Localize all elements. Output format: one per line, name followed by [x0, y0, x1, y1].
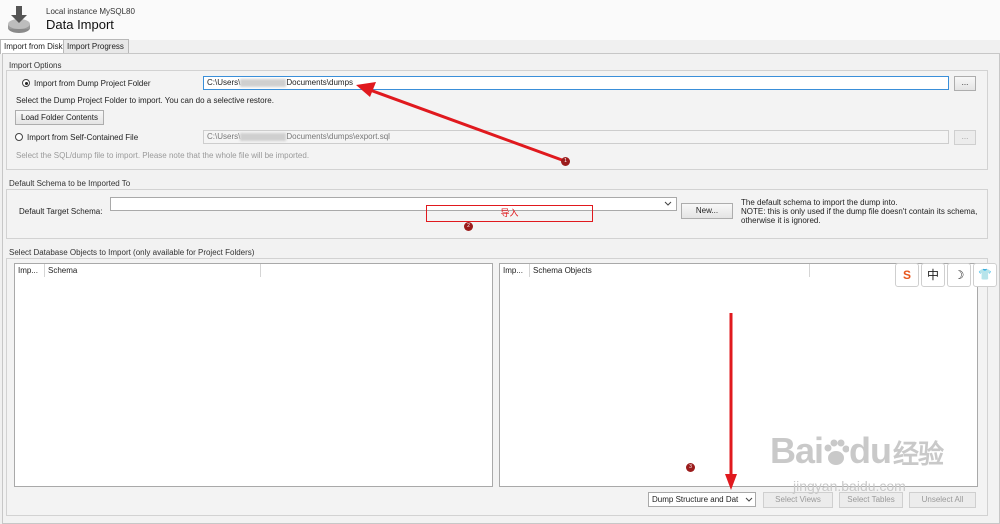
self-contained-option-label: Import from Self-Contained File	[27, 133, 139, 142]
shirt-icon[interactable]: 👕	[973, 263, 997, 287]
watermark-bai: Bai	[770, 430, 824, 471]
file-path-end: Documents\dumps\export.sql	[286, 132, 390, 141]
dump-folder-path-input[interactable]: C:\Users\ Documents\dumps	[203, 76, 949, 90]
page-title: Data Import	[46, 17, 114, 32]
tab-import-progress[interactable]: Import Progress	[63, 39, 129, 53]
target-schema-label: Default Target Schema:	[19, 207, 103, 216]
folder-hint: Select the Dump Project Folder to import…	[16, 96, 274, 105]
moon-icon[interactable]: ☽	[947, 263, 971, 287]
import-icon	[8, 6, 30, 33]
dump-option-value: Dump Structure and Dat	[652, 495, 739, 504]
chevron-down-icon	[745, 497, 753, 502]
objects-label: Select Database Objects to Import (only …	[9, 248, 255, 257]
watermark-du: du	[849, 430, 892, 471]
redacted-username-2	[240, 132, 287, 141]
radio-dump-folder[interactable]	[22, 79, 30, 87]
paw-icon	[824, 439, 850, 466]
self-contained-file-path-input[interactable]: C:\Users\ Documents\dumps\export.sql	[203, 130, 949, 144]
load-folder-contents-button[interactable]: Load Folder Contents	[15, 110, 104, 125]
watermark-url: jingyan.baidu.com	[793, 478, 906, 494]
browse-folder-button[interactable]: ...	[954, 76, 976, 91]
file-hint: Select the SQL/dump file to import. Plea…	[16, 151, 310, 160]
column-import[interactable]: Imp...	[15, 264, 45, 277]
chevron-down-icon	[664, 201, 672, 206]
schema-note-3: otherwise it is ignored.	[741, 216, 821, 225]
step-badge-1: 1	[561, 157, 570, 166]
folder-path-start: C:\Users\	[207, 78, 241, 87]
watermark-logo: Bai du经验	[770, 430, 944, 472]
instance-name: Local instance MySQL80	[46, 7, 135, 16]
schema-tree[interactable]: Imp... Schema	[14, 263, 493, 487]
watermark-jingyan: 经验	[893, 439, 944, 469]
default-schema-label: Default Schema to be Imported To	[9, 179, 131, 188]
column-schema[interactable]: Schema	[45, 264, 261, 277]
step-badge-3: 3	[686, 463, 695, 472]
redacted-username	[240, 78, 287, 87]
chinese-mode-icon[interactable]: 中	[921, 263, 945, 287]
unselect-all-button[interactable]: Unselect All	[909, 492, 976, 508]
select-views-button[interactable]: Select Views	[763, 492, 833, 508]
browse-file-button[interactable]: ...	[954, 130, 976, 145]
file-path-start: C:\Users\	[207, 132, 241, 141]
select-tables-button[interactable]: Select Tables	[839, 492, 903, 508]
sogou-s-icon[interactable]: S	[895, 263, 919, 287]
dump-option-select[interactable]: Dump Structure and Dat	[648, 492, 756, 507]
import-options-label: Import Options	[9, 61, 62, 70]
header	[0, 0, 1000, 40]
step-badge-2: 2	[464, 222, 473, 231]
schema-note-2: NOTE: this is only used if the dump file…	[741, 207, 978, 216]
schema-note-1: The default schema to import the dump in…	[741, 198, 898, 207]
tab-import-from-disk[interactable]: Import from Disk	[0, 39, 65, 54]
radio-self-contained-file[interactable]	[15, 133, 23, 141]
column-schema-objects[interactable]: Schema Objects	[530, 264, 810, 277]
folder-path-end: Documents\dumps	[286, 78, 354, 87]
annotation-box: 导入	[426, 205, 593, 222]
column-objects-import[interactable]: Imp...	[500, 264, 530, 277]
dump-folder-option-label: Import from Dump Project Folder	[34, 79, 151, 88]
new-schema-button[interactable]: New...	[681, 203, 733, 219]
